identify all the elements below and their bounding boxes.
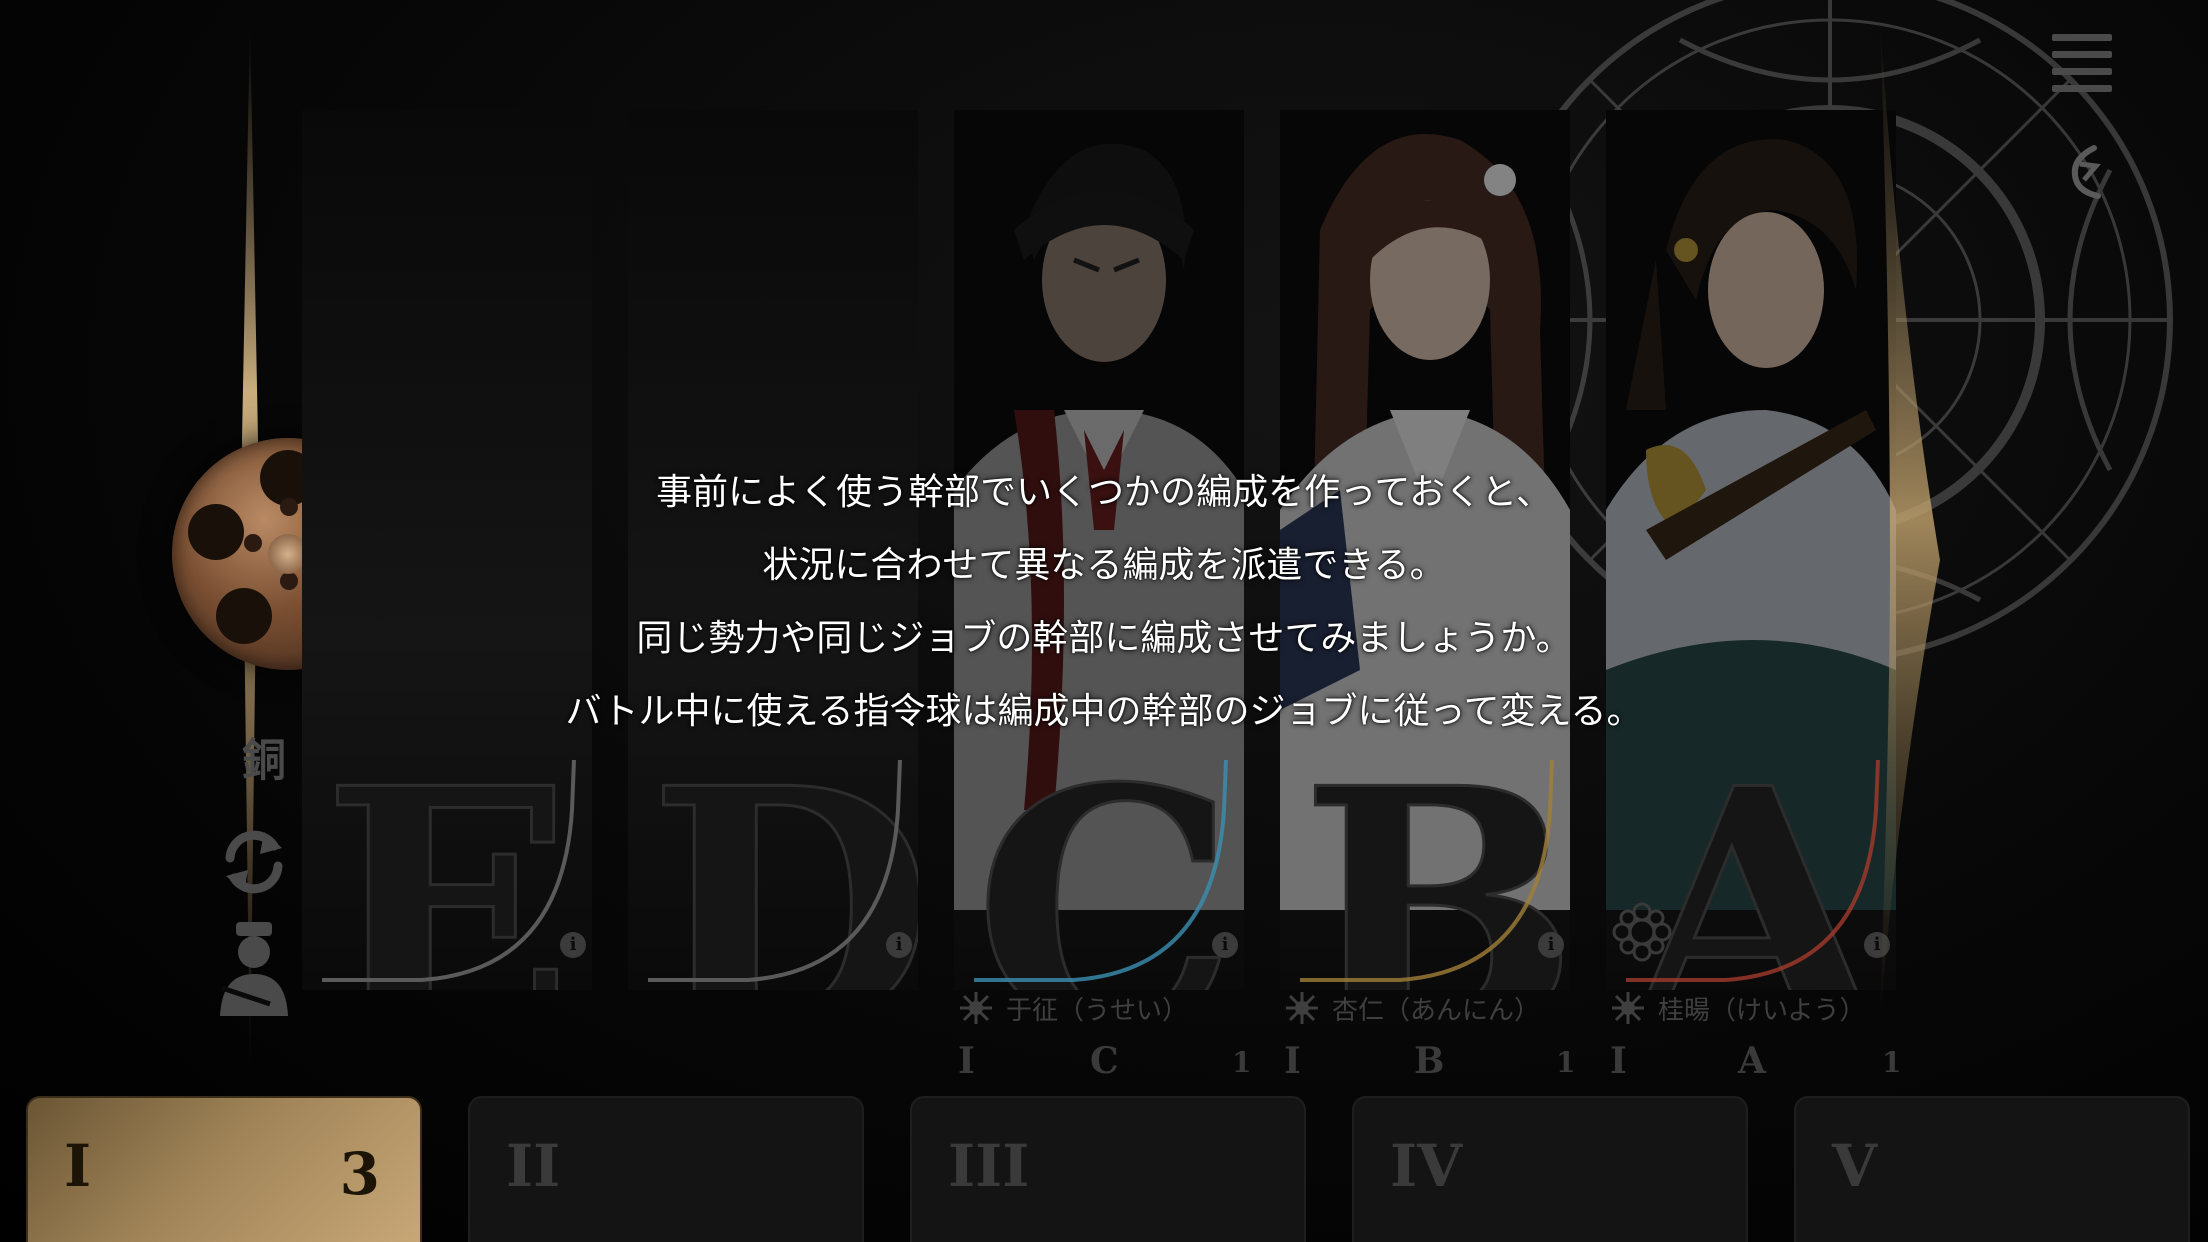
character-name: 于征（うせい） [1006,995,1189,1026]
character-level: I [1610,1040,1627,1082]
character-name-row: 桂暘（けいよう） [1610,988,1865,1028]
character-rank-row: I A 1 [1610,1040,1902,1084]
info-icon[interactable]: i [1212,932,1238,958]
auto-assign-icon [220,922,288,1016]
sun-burst-icon [1612,992,1644,1024]
tab-formation-2[interactable]: II [468,1096,864,1242]
tab-label: V [1832,1132,1878,1200]
character-level: I [1284,1040,1301,1082]
tab-label: II [506,1132,561,1200]
tab-count: 3 [339,1140,380,1208]
tab-formation-1[interactable]: I 3 [26,1096,422,1242]
tip-line: 状況に合わせて異なる編成を派遣できる。 [762,545,1446,586]
tip-line: 同じ勢力や同じジョブの幹部に編成させてみましょうか。 [636,618,1572,659]
character-name-row: 于征（うせい） [958,988,1188,1028]
character-grade: C [1090,1040,1119,1082]
formation-screen: 銅 I E i D i C i B i A i 于征（うせい） 杏仁（あんにん）… [0,0,2208,1242]
tutorial-tip: 事前によく使う幹部でいくつかの編成を作っておくと、 状況に合わせて異なる編成を派… [0,468,2208,760]
tab-formation-5[interactable]: V [1794,1096,2190,1242]
character-rank-row: I C 1 [958,1040,1252,1084]
hamburger-menu-icon[interactable] [2052,34,2112,94]
emblem-icon [1612,902,1672,962]
tab-formation-3[interactable]: III [910,1096,1306,1242]
tab-label: IV [1390,1132,1463,1200]
info-icon[interactable]: i [886,932,912,958]
tab-label: I [64,1132,92,1200]
character-name: 杏仁（あんにん） [1332,995,1541,1026]
tip-line: 事前によく使う幹部でいくつかの編成を作っておくと、 [656,472,1552,513]
character-level: I [958,1040,975,1082]
back-arrow-icon[interactable] [2050,140,2120,210]
sun-burst-icon [960,992,992,1024]
info-icon[interactable]: i [1538,932,1564,958]
sun-burst-icon [1286,992,1318,1024]
character-name: 桂暘（けいよう） [1658,995,1866,1026]
tip-line: バトル中に使える指令球は編成中の幹部のジョブに従って変える。 [565,691,1643,732]
character-stars: 1 [1232,1046,1252,1079]
character-stars: 1 [1882,1046,1902,1079]
character-name-row: 杏仁（あんにん） [1284,988,1540,1028]
character-grade: B [1414,1040,1445,1082]
swap-icon[interactable] [214,822,294,902]
auto-assign-button[interactable] [214,918,294,1018]
swap-arrows-icon [225,830,283,894]
tab-label: III [948,1132,1030,1200]
tab-formation-4[interactable]: IV [1352,1096,1748,1242]
character-stars: 1 [1556,1046,1576,1079]
character-rank-row: I B 1 [1284,1040,1576,1084]
info-icon[interactable]: i [560,932,586,958]
character-grade: A [1738,1040,1766,1082]
